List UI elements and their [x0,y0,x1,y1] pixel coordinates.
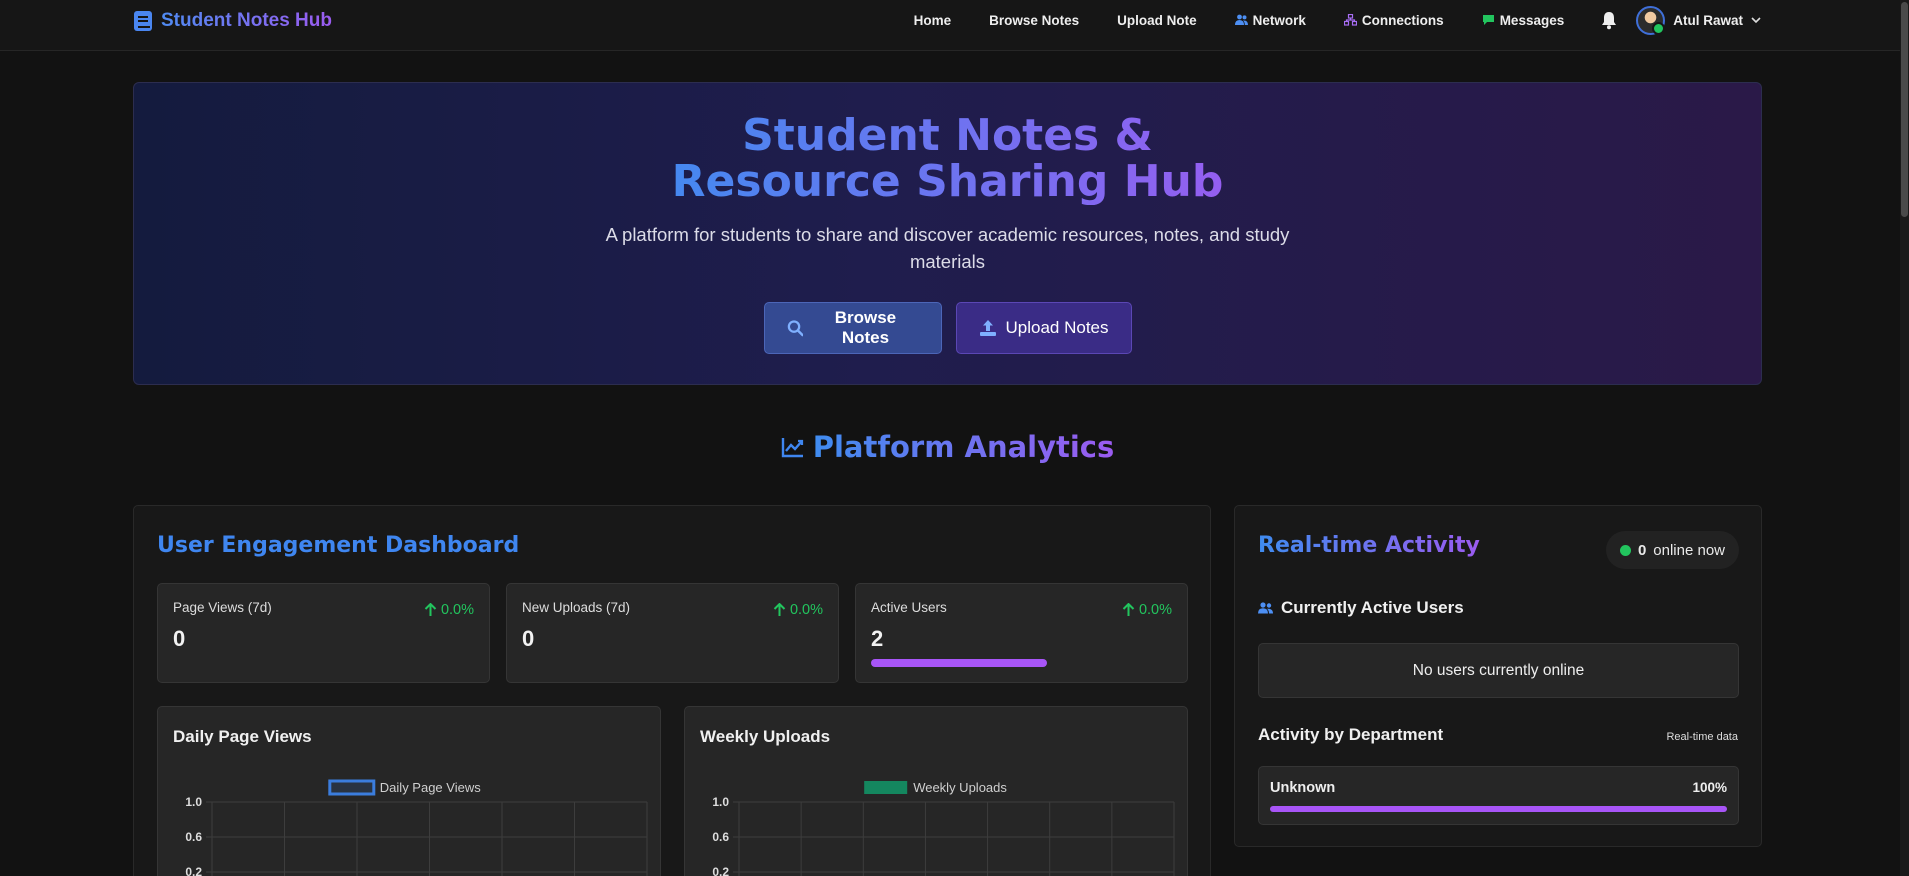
book-icon [134,11,152,31]
weekly-uploads-chart: Weekly Uploads 1.0 0.6 0.2 [712,780,1175,876]
stat-change-value: 0.0% [1138,602,1172,618]
online-dot-icon [1619,544,1631,556]
legend-label: Weekly Uploads [913,780,1007,795]
stat-value: 0 [173,626,186,651]
bell-icon [1602,12,1617,30]
active-users-heading-text: Currently Active Users [1281,598,1464,617]
legend-swatch[interactable] [864,781,908,794]
brand-logo[interactable]: Student Notes Hub [133,9,332,33]
legend-swatch[interactable] [328,779,376,796]
user-menu[interactable]: Atul Rawat [1636,5,1761,35]
search-icon [787,320,804,337]
stat-change: 0.0% [773,602,823,618]
stat-value: 0 [522,626,535,651]
chevron-down-icon [1751,16,1761,23]
nav-upload-label: Upload Note [1117,12,1197,28]
page-scrollbar[interactable] [1900,0,1909,876]
nav-connections-link[interactable]: Connections [1343,12,1444,28]
stat-change-value: 0.0% [789,602,823,618]
browse-notes-label: Browse Notes [834,308,897,347]
nav-messages-label: Messages [1499,12,1565,28]
hero-subtitle: A platform for students to share and dis… [605,224,1290,272]
daily-page-views-card: Daily Page Views Daily Page Views 1.0 0.6 0… [157,706,661,876]
realtime-title: Real-time Activity [1258,533,1480,558]
stat-label: Page Views (7d) [173,600,272,615]
active-users-heading: Currently Active Users [1258,598,1464,618]
no-users-message: No users currently online [1258,643,1739,698]
upload-notes-button[interactable]: Upload Notes [955,302,1132,354]
notifications-button[interactable] [1600,10,1618,30]
arrow-up-icon [773,603,786,616]
department-percent: 100% [1692,780,1727,795]
browse-notes-button[interactable]: Browse Notes [763,302,942,354]
chat-icon [1482,15,1494,25]
online-count: 0 [1637,541,1647,559]
y-tick-label: 0.2 [185,865,202,876]
users-icon [1258,602,1273,614]
y-tick-label: 0.2 [712,865,729,876]
user-name: Atul Rawat [1673,12,1743,28]
stat-change: 0.0% [1122,602,1172,618]
scrollbar-thumb[interactable] [1901,2,1908,217]
nav-network-link[interactable]: Network [1234,12,1306,28]
online-label: online now [1653,541,1725,559]
analytics-title: Platform Analytics [812,430,1115,464]
realtime-activity-panel: Real-time Activity 0 online now Currentl… [1234,505,1762,847]
y-tick-label: 1.0 [712,795,729,809]
stat-label: Active Users [871,600,947,615]
chart-line-icon [781,438,803,458]
engagement-dashboard: User Engagement Dashboard Page Views (7d… [133,505,1211,876]
analytics-heading: Platform Analytics [0,430,1895,464]
arrow-up-icon [424,603,437,616]
dashboard-title: User Engagement Dashboard [157,533,520,558]
sitemap-icon [1343,14,1357,26]
stat-value: 2 [871,626,884,651]
nav-home-label: Home [913,12,952,28]
users-icon [1234,14,1248,25]
nav-browse-label: Browse Notes [989,12,1080,28]
nav-upload-note-link[interactable]: Upload Note [1117,13,1197,28]
y-tick-label: 0.6 [185,830,202,844]
upload-icon [979,320,996,336]
y-tick-label: 0.6 [712,830,729,844]
department-row: Unknown 100% [1258,766,1739,825]
top-navbar: Student Notes Hub Home Browse Notes Uplo… [0,0,1909,51]
arrow-up-icon [1122,603,1135,616]
avatar [1636,5,1666,35]
hero-banner: Student Notes & Resource Sharing Hub A p… [133,82,1762,385]
nav-messages-link[interactable]: Messages [1482,12,1565,28]
department-note: Real-time data [1666,731,1738,743]
y-tick-label: 1.0 [185,795,202,809]
stat-card-new-uploads: New Uploads (7d) 0 0.0% [506,583,839,683]
active-users-progress-bar [871,659,1047,667]
upload-notes-label: Upload Notes [1005,318,1109,337]
weekly-uploads-card: Weekly Uploads Weekly Uploads 1.0 0.6 0.2 [684,706,1188,876]
stat-label: New Uploads (7d) [522,600,631,615]
stat-change-value: 0.0% [440,602,474,618]
stat-card-page-views: Page Views (7d) 0 0.0% [157,583,490,683]
department-name: Unknown [1270,780,1336,796]
hero-title: Student Notes & Resource Sharing Hub [628,113,1268,205]
nav-network-label: Network [1252,12,1306,28]
hero-actions: Browse Notes Upload Notes [134,302,1761,354]
chart-title: Daily Page Views [173,727,312,746]
stat-change: 0.0% [424,602,474,618]
nav-browse-notes-link[interactable]: Browse Notes [989,13,1079,28]
daily-page-views-chart: Daily Page Views 1.0 0.6 0.2 [185,779,648,876]
nav-connections-label: Connections [1361,12,1444,28]
stat-card-active-users: Active Users 2 0.0% [855,583,1188,683]
online-status-badge: 0 online now [1605,531,1739,569]
department-heading: Activity by Department [1258,725,1444,744]
chart-title: Weekly Uploads [700,727,831,746]
department-progress-bar [1270,806,1727,812]
nav-links: Home Browse Notes Upload Note Network Co… [914,0,1761,40]
nav-home-link[interactable]: Home [914,13,952,28]
legend-label: Daily Page Views [380,780,481,795]
brand-name: Student Notes Hub [161,10,332,31]
